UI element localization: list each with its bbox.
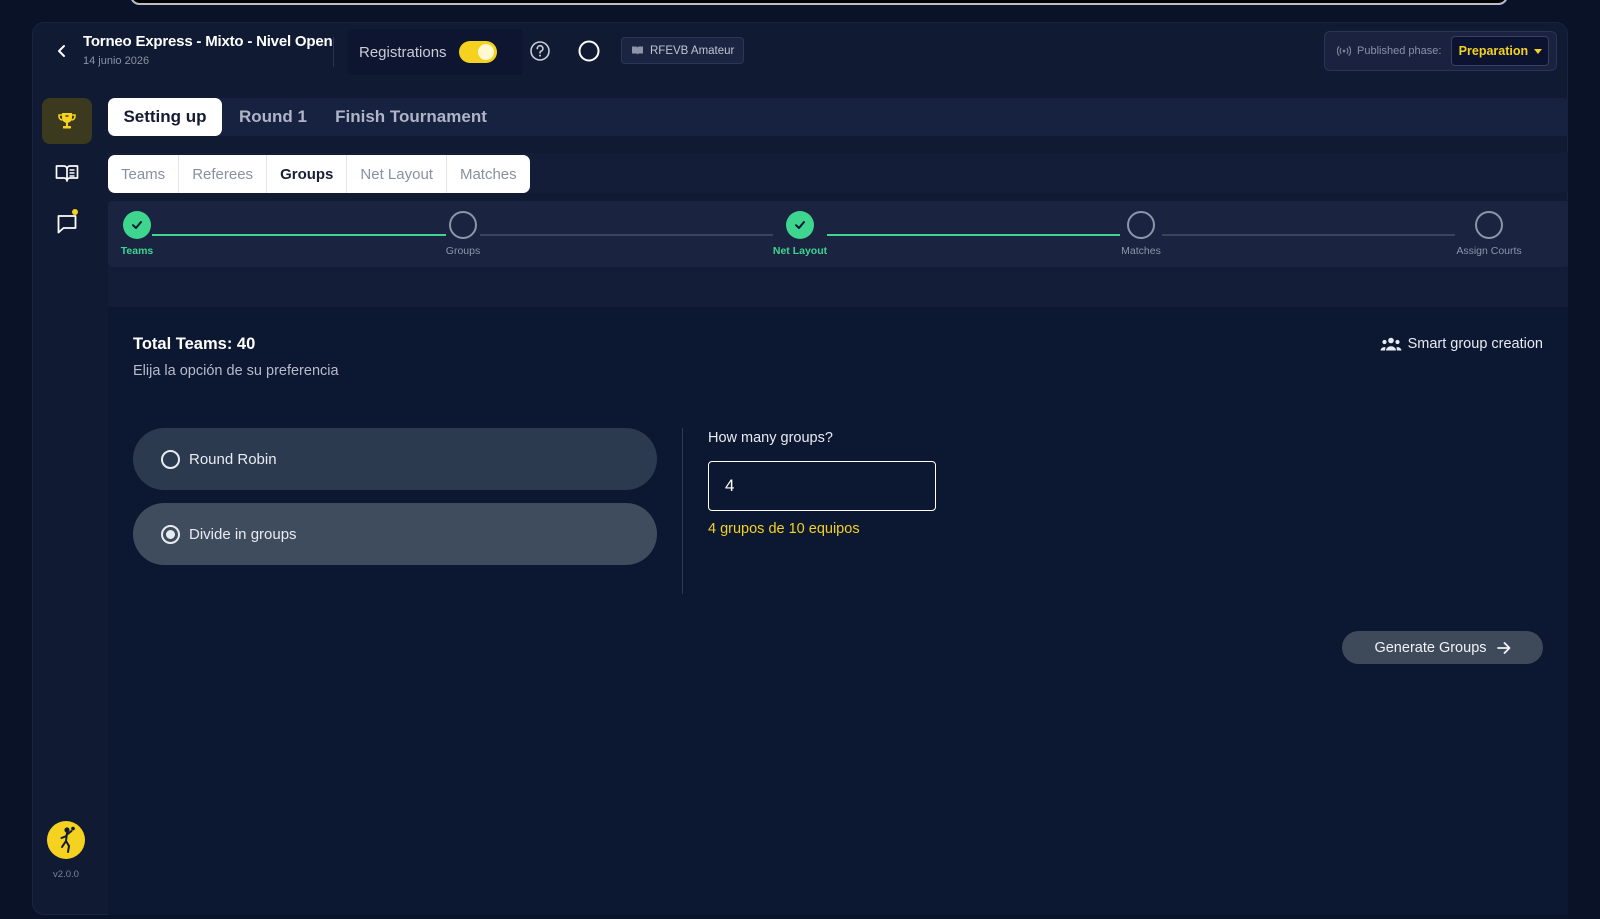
smart-group-creation-button[interactable]: Smart group creation: [1380, 336, 1543, 352]
tab-setting-up[interactable]: Setting up: [108, 98, 222, 136]
subtab-matches[interactable]: Matches: [447, 155, 530, 193]
check-icon: [795, 221, 805, 229]
step-label-assign-courts: Assign Courts: [1456, 245, 1522, 257]
option-round-robin-label: Round Robin: [189, 450, 277, 468]
chevron-left-icon: [58, 45, 65, 57]
sidebar-item-messages[interactable]: [42, 201, 92, 247]
tournament-date: 14 junio 2026: [83, 55, 150, 67]
avatar[interactable]: [47, 821, 85, 859]
subtab-referees[interactable]: Referees: [179, 155, 268, 193]
header: Torneo Express - Mixto - Nivel Open 14 j…: [33, 23, 1567, 93]
step-label-teams: Teams: [120, 245, 154, 257]
subtab-teams[interactable]: Teams: [108, 155, 180, 193]
option-divide-in-groups-label: Divide in groups: [189, 525, 297, 543]
main-tabs: Setting up Round 1 Finish Tournament: [108, 98, 1568, 136]
browser-top-edge: [130, 0, 1508, 5]
sidebar: v2.0.0: [33, 93, 108, 916]
smart-group-creation-label: Smart group creation: [1407, 336, 1543, 352]
step-matches[interactable]: [1127, 211, 1155, 239]
broadcast-icon: [1337, 45, 1351, 57]
vertical-divider: [682, 428, 683, 594]
radio-selected-dot: [166, 529, 175, 539]
groups-distribution-info: 4 grupos de 10 equipos: [708, 521, 860, 537]
subtab-groups[interactable]: Groups: [267, 155, 348, 193]
subtab-net-layout[interactable]: Net Layout: [347, 155, 447, 193]
step-connector: [827, 234, 1120, 236]
notification-dot: [72, 209, 78, 215]
back-button[interactable]: [51, 40, 73, 62]
total-teams: Total Teams: 40: [133, 335, 256, 353]
step-assign-courts[interactable]: [1475, 211, 1503, 239]
status-circle-icon[interactable]: [577, 39, 601, 63]
registrations-toggle[interactable]: [458, 41, 497, 63]
volleyball-player-icon: [60, 826, 75, 853]
registrations-box: Registrations: [347, 29, 523, 75]
sub-tabs: Teams Referees Groups Net Layout Matches: [108, 155, 530, 193]
toggle-knob: [477, 44, 494, 60]
group-users-icon: [1380, 337, 1402, 351]
app-version: v2.0.0: [53, 869, 79, 880]
tab-finish-tournament[interactable]: Finish Tournament: [330, 98, 492, 136]
registrations-label: Registrations: [359, 43, 447, 61]
generate-groups-label: Generate Groups: [1374, 639, 1487, 656]
published-phase-label: Published phase:: [1357, 45, 1442, 57]
help-icon[interactable]: [529, 40, 551, 62]
step-connector: [1162, 234, 1455, 236]
step-label-matches: Matches: [1121, 245, 1161, 257]
arrow-right-icon: [1496, 641, 1510, 654]
phase-select-value: Preparation: [1458, 44, 1529, 58]
app-window: Torneo Express - Mixto - Nivel Open 14 j…: [32, 22, 1568, 915]
generate-groups-button[interactable]: Generate Groups: [1342, 631, 1543, 664]
sidebar-item-tournament[interactable]: [42, 98, 92, 144]
level-badge[interactable]: RFEVB Amateur: [621, 37, 745, 64]
tab-round-1[interactable]: Round 1: [232, 98, 314, 136]
trophy-icon: [58, 113, 76, 129]
radio-divide-in-groups[interactable]: [161, 524, 180, 544]
option-round-robin[interactable]: Round Robin: [133, 428, 657, 490]
groups-count-label: How many groups?: [708, 430, 833, 446]
phase-select[interactable]: Preparation: [1451, 36, 1550, 66]
step-label-net-layout: Net Layout: [772, 245, 828, 257]
chat-icon: [57, 215, 77, 234]
book-icon: [55, 165, 79, 182]
groups-config-panel: Total Teams: 40 Elija la opción de su pr…: [108, 307, 1568, 915]
option-divide-in-groups[interactable]: Divide in groups: [133, 503, 657, 565]
section-spacer: [108, 267, 1568, 307]
check-icon: [132, 221, 142, 229]
tournament-title: Torneo Express - Mixto - Nivel Open: [83, 33, 333, 50]
step-teams[interactable]: [123, 211, 151, 239]
published-phase-box: Published phase: Preparation: [1324, 31, 1557, 71]
progress-stepper: Teams Groups Net Layout Matches Assign C…: [108, 201, 1568, 267]
step-connector: [480, 234, 773, 236]
step-connector: [152, 234, 446, 236]
sidebar-item-rules[interactable]: [42, 150, 92, 196]
header-divider: [333, 37, 334, 67]
book-open-icon: [632, 46, 643, 55]
tournament-title-block: Torneo Express - Mixto - Nivel Open 14 j…: [83, 33, 333, 67]
caret-down-icon: [1534, 48, 1543, 54]
radio-round-robin[interactable]: [161, 449, 180, 469]
level-badge-label: RFEVB Amateur: [650, 44, 735, 57]
choose-option-hint: Elija la opción de su preferencia: [133, 363, 339, 379]
step-label-groups: Groups: [445, 245, 481, 257]
step-groups[interactable]: [449, 211, 477, 239]
groups-count-input[interactable]: [708, 461, 936, 511]
step-net-layout[interactable]: [786, 211, 814, 239]
